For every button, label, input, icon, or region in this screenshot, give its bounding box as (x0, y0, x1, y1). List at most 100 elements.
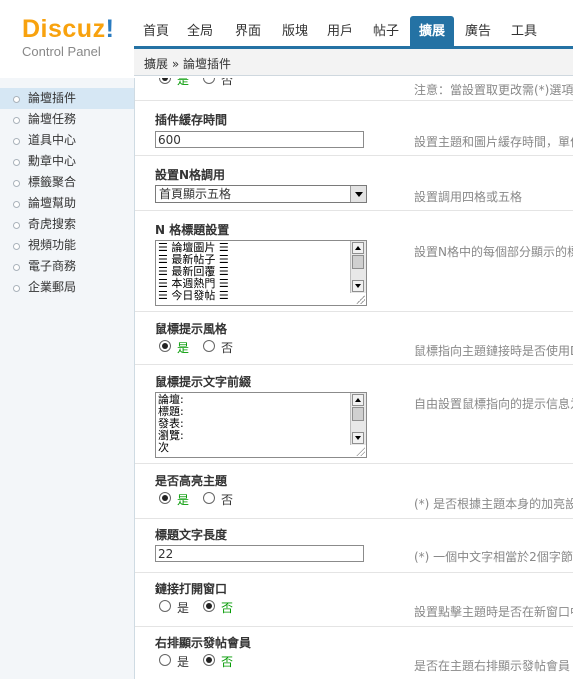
title-length-input[interactable]: 22 (155, 545, 364, 562)
textarea-line: ☰ 今日發帖 ☰ (158, 289, 229, 302)
section-title: 設置N格調用 (155, 168, 226, 182)
bullet-icon (13, 264, 20, 271)
radio-yes[interactable] (159, 340, 171, 352)
section-description: 自由設置鼠標指向的提示信息为 (414, 397, 573, 411)
section-description: (*) 是否根據主題本身的加亮設 (414, 497, 573, 511)
n-grid-titles-textarea[interactable]: ☰ 論壇圖片 ☰ ☰ 最新帖子 ☰ ☰ 最新回覆 ☰ ☰ 本週熱門 ☰ ☰ 今日… (155, 240, 367, 306)
breadcrumb: 擴展 » 論壇插件 (144, 57, 231, 71)
sidebar-item-enterprise-mail[interactable]: 企業郵局 (0, 277, 134, 298)
logo-brand: Discuz (22, 15, 106, 43)
textarea-scrollbar[interactable] (350, 241, 366, 293)
discuz-logo[interactable]: Discuz! Control Panel (22, 16, 114, 59)
sidebar-item-label: 道具中心 (28, 133, 77, 147)
radio-yes-label: 是 (177, 78, 190, 87)
section-tip-style: 鼠標提示風格 是 否 鼠標指向主題鏈接時是否使用D (135, 312, 573, 365)
radio-no[interactable] (203, 654, 215, 666)
radio-yes[interactable] (159, 600, 171, 612)
scroll-down-icon[interactable] (352, 280, 364, 292)
radio-no[interactable] (203, 340, 215, 352)
logo-subtitle: Control Panel (22, 44, 101, 59)
sidebar-item-forum-tasks[interactable]: 論壇任務 (0, 109, 134, 130)
breadcrumb-bar: 擴展 » 論壇插件 (134, 49, 573, 76)
resize-grip-icon[interactable] (355, 446, 365, 456)
tab-tools[interactable]: 工具 (502, 18, 546, 46)
sidebar-item-qihoo-search[interactable]: 奇虎搜索 (0, 214, 134, 235)
sidebar-item-label: 視頻功能 (28, 238, 77, 252)
section-description: 是否在主題右排顯示發帖會員 (414, 659, 571, 673)
radio-yes-label: 是 (177, 655, 190, 669)
scroll-thumb[interactable] (352, 255, 364, 269)
bullet-icon (13, 159, 20, 166)
section-n-grid: 設置N格調用 首頁顯示五格 設置調用四格或五格 (135, 156, 573, 211)
sidebar-item-medal-center[interactable]: 勳章中心 (0, 151, 134, 172)
radio-yes-label: 是 (177, 601, 190, 615)
section-title: 插件緩存時間 (155, 113, 228, 127)
radio-yes-label: 是 (177, 493, 190, 507)
settings-panel: 是 否 注意：當設置取更改需(*)選項 插件緩存時間 600 設置主題和圖片緩存… (135, 78, 573, 679)
bullet-icon (13, 138, 20, 145)
tab-home[interactable]: 首頁 (134, 18, 178, 46)
section-title: 右排顯示發帖會員 (155, 636, 252, 650)
radio-no-label: 否 (221, 341, 234, 355)
section-title: 鏈接打開窗口 (155, 582, 228, 596)
sidebar-item-forum-plugins[interactable]: 論壇插件 (0, 88, 134, 109)
sidebar: 論壇插件 論壇任務 道具中心 勳章中心 標籤聚合 論壇幫助 奇虎搜索 視頻功能 … (0, 78, 135, 679)
sidebar-item-props-center[interactable]: 道具中心 (0, 130, 134, 151)
radio-yes[interactable] (159, 78, 171, 84)
section-highlight: 是否高亮主題 是 否 (*) 是否根據主題本身的加亮設 (135, 464, 573, 519)
radio-no[interactable] (203, 600, 215, 612)
radio-no-label: 否 (221, 78, 234, 87)
section-description: 注意：當設置取更改需(*)選項 (414, 83, 573, 97)
section-description: 設置主題和圖片緩存時間，單位 (414, 135, 573, 149)
n-grid-selected: 首頁顯示五格 (159, 187, 232, 201)
bullet-icon (13, 180, 20, 187)
tab-posts[interactable]: 帖子 (364, 18, 408, 46)
section-link-window: 鏈接打開窗口 是 否 設置點擊主題時是否在新窗口中 (135, 573, 573, 627)
section-tip-prefix: 鼠標提示文字前綴 論壇: 標題: 發表: 瀏覽: 次 自由設置鼠標指向的提示信息… (135, 365, 573, 464)
section-description: 鼠標指向主題鏈接時是否使用D (414, 344, 573, 358)
section-title: N 格標題設置 (155, 223, 230, 237)
resize-grip-icon[interactable] (355, 294, 365, 304)
scroll-up-icon[interactable] (352, 242, 364, 254)
tab-interface[interactable]: 界面 (226, 18, 270, 46)
tip-prefix-textarea[interactable]: 論壇: 標題: 發表: 瀏覽: 次 (155, 392, 367, 458)
textarea-scrollbar[interactable] (350, 393, 366, 445)
bullet-icon (13, 222, 20, 229)
bullet-icon (13, 96, 20, 103)
section-title-length: 標題文字長度 22 (*) 一個中文字相當於2個字節 (135, 519, 573, 573)
top-nav: 首頁 全局 界面 版塊 用戶 帖子 擴展 廣告 工具 (134, 16, 573, 49)
section-title: 鼠標提示文字前綴 (155, 375, 252, 389)
section-title: 鼠標提示風格 (155, 322, 228, 336)
radio-yes[interactable] (159, 654, 171, 666)
section-description: (*) 一個中文字相當於2個字節 (414, 550, 573, 564)
tab-global[interactable]: 全局 (178, 18, 222, 46)
chevron-down-icon[interactable] (350, 186, 366, 202)
radio-no[interactable] (203, 78, 215, 84)
scroll-thumb[interactable] (352, 407, 364, 421)
radio-no[interactable] (203, 492, 215, 504)
tab-extensions[interactable]: 擴展 (410, 16, 454, 46)
tab-forums[interactable]: 版塊 (273, 18, 317, 46)
bullet-icon (13, 201, 20, 208)
section-description: 設置N格中的每個部分顯示的標 (414, 245, 573, 259)
bullet-icon (13, 285, 20, 292)
header: Discuz! Control Panel 首頁 全局 界面 版塊 用戶 帖子 … (0, 0, 573, 78)
tab-users[interactable]: 用戶 (318, 18, 362, 46)
radio-yes[interactable] (159, 492, 171, 504)
section-description: 設置調用四格或五格 (414, 190, 523, 204)
section-cache-time: 插件緩存時間 600 設置主題和圖片緩存時間，單位 (135, 101, 573, 156)
sidebar-item-forum-help[interactable]: 論壇幫助 (0, 193, 134, 214)
sidebar-item-ecommerce[interactable]: 電子商務 (0, 256, 134, 277)
cache-time-input[interactable]: 600 (155, 131, 364, 148)
scroll-down-icon[interactable] (352, 432, 364, 444)
n-grid-select[interactable]: 首頁顯示五格 (155, 185, 367, 203)
scroll-up-icon[interactable] (352, 394, 364, 406)
logo-bang: ! (105, 15, 115, 43)
textarea-line: 次 (158, 441, 169, 454)
sidebar-item-video[interactable]: 視頻功能 (0, 235, 134, 256)
radio-yes-label: 是 (177, 341, 190, 355)
bullet-icon (13, 243, 20, 250)
tab-ads[interactable]: 廣告 (456, 18, 500, 46)
sidebar-item-label: 論壇任務 (28, 112, 77, 126)
sidebar-item-tag-aggregation[interactable]: 標籤聚合 (0, 172, 134, 193)
